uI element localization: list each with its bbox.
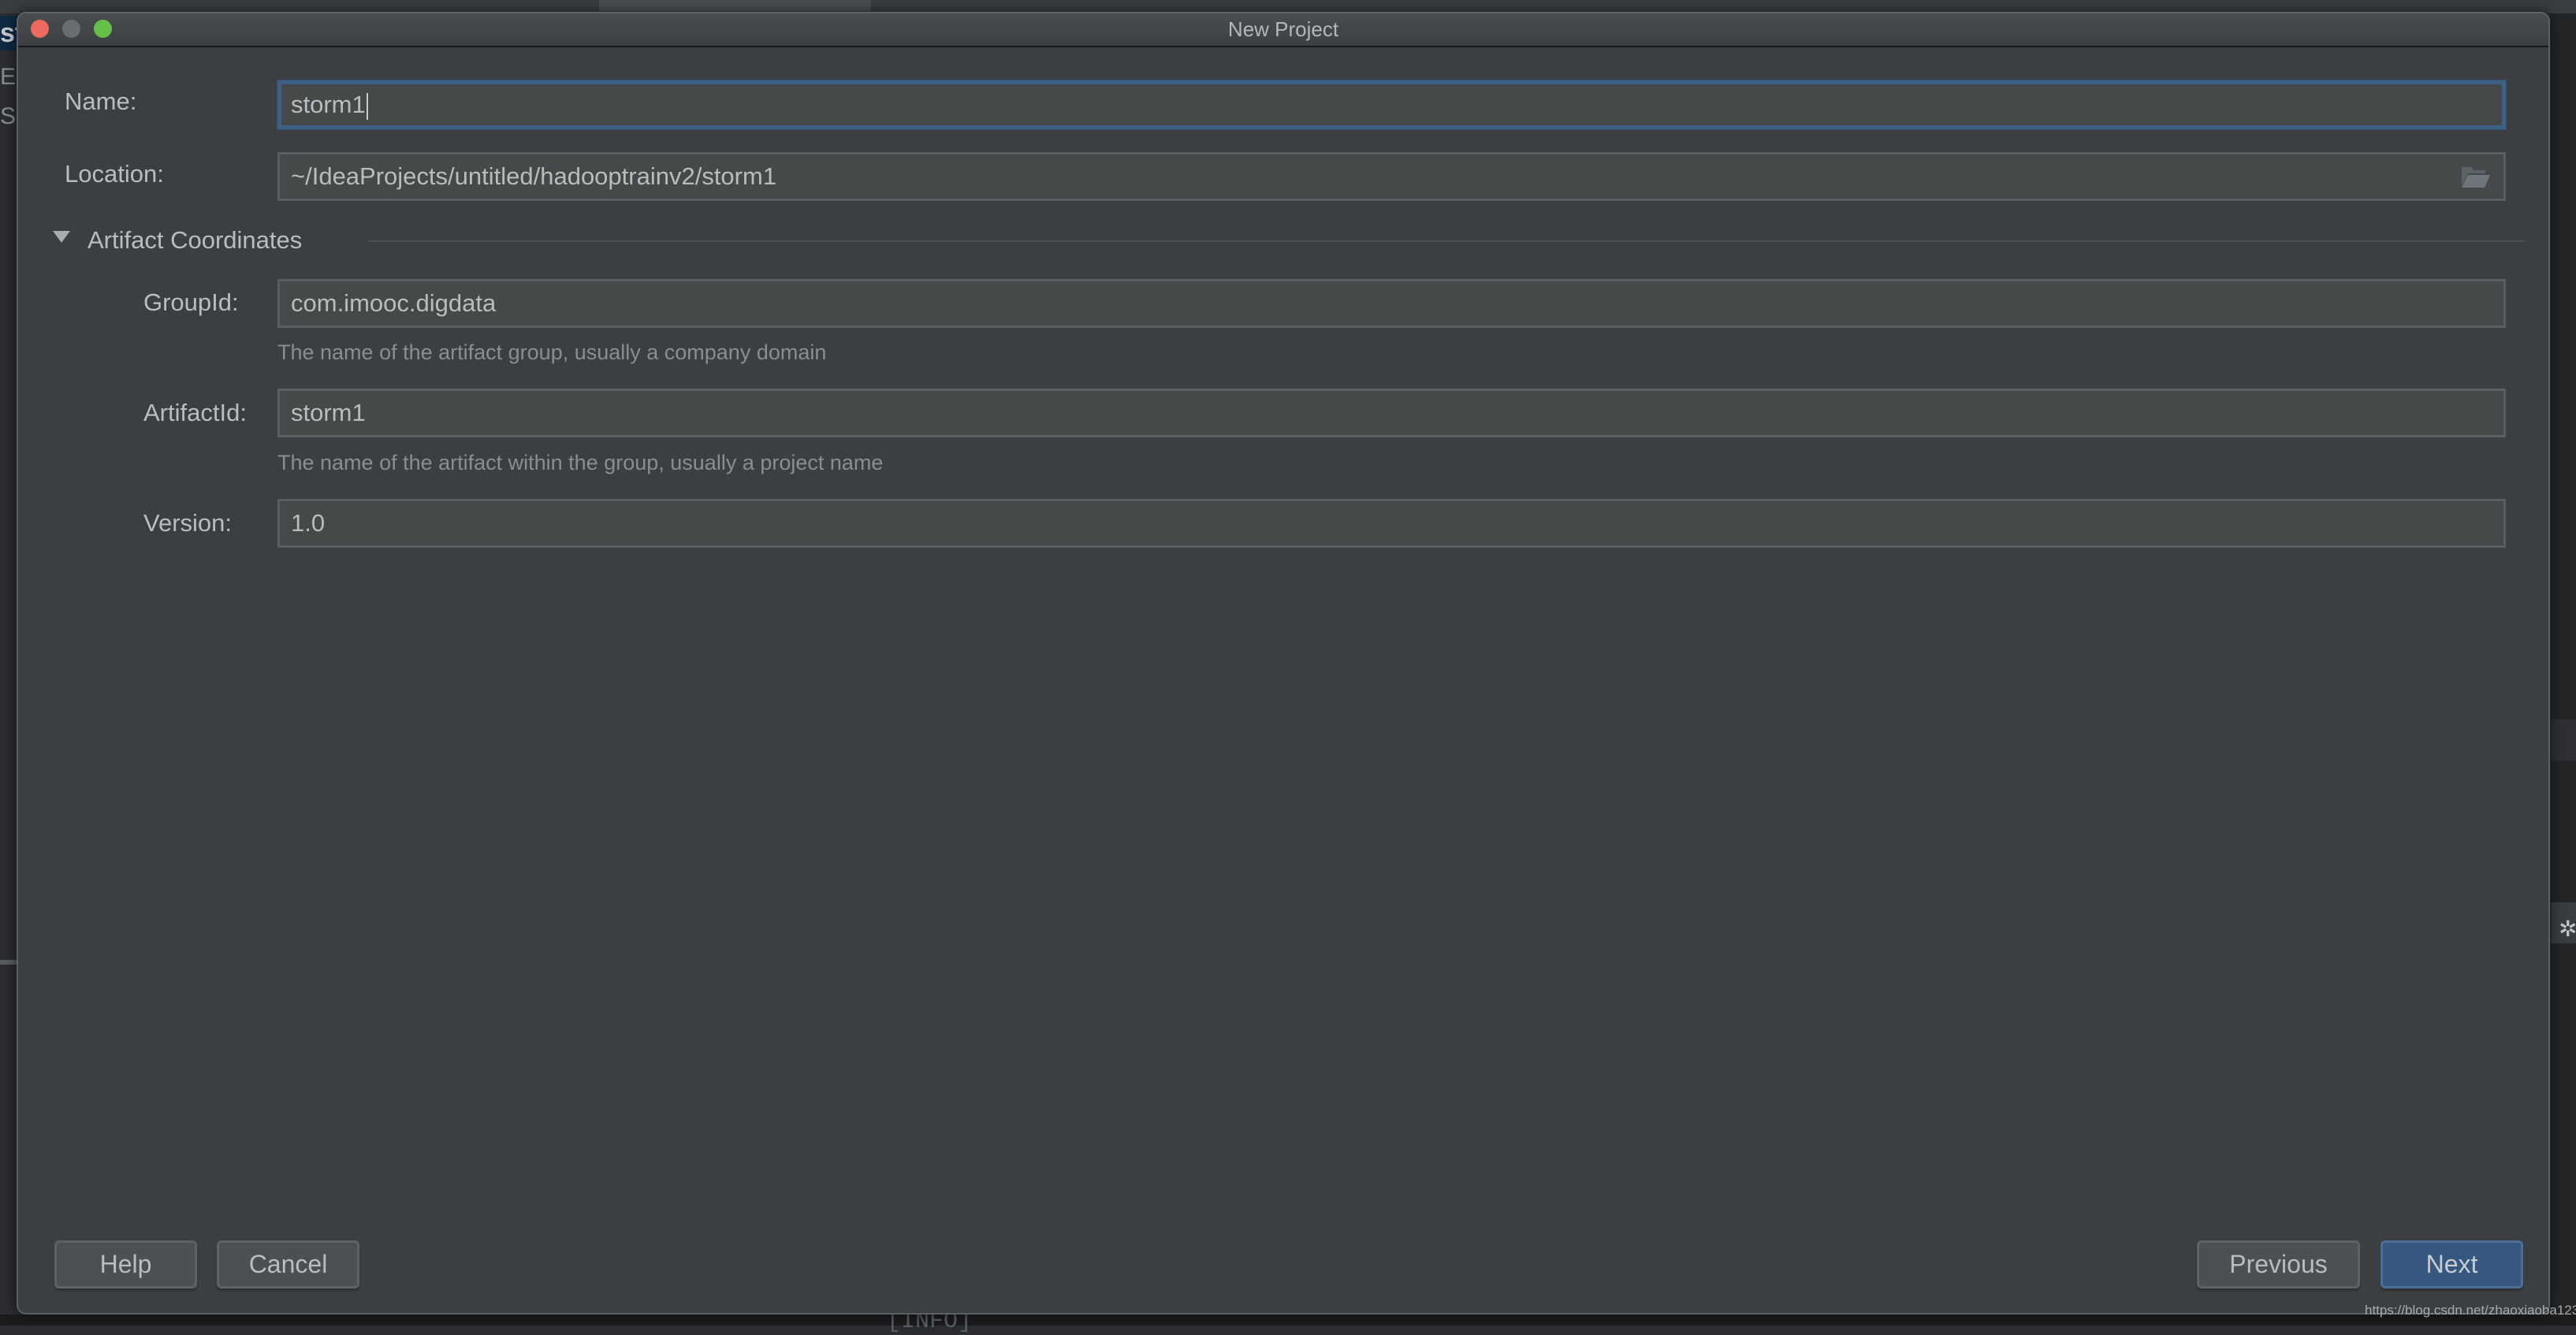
version-input[interactable]: 1.0 xyxy=(277,499,2506,548)
location-label: Location: xyxy=(65,160,164,188)
location-input-value: ~/IdeaProjects/untitled/hadooptrainv2/st… xyxy=(291,162,777,190)
groupid-hint: The name of the artifact group, usually … xyxy=(277,340,827,364)
next-button[interactable]: Next xyxy=(2381,1240,2523,1289)
background-ide-tab xyxy=(599,0,871,11)
new-project-dialog: New Project Name: storm1 Location: ~/Ide… xyxy=(17,12,2550,1315)
artifactid-label: ArtifactId: xyxy=(143,399,247,426)
previous-button[interactable]: Previous xyxy=(2197,1240,2360,1289)
background-right-band xyxy=(2551,720,2576,760)
watermark-text: https://blog.csdn.net/zhaoxiaoba123 xyxy=(2365,1303,2576,1318)
location-input[interactable]: ~/IdeaProjects/untitled/hadooptrainv2/st… xyxy=(277,152,2506,201)
background-left-divider xyxy=(0,960,17,965)
background-left-item: Ex xyxy=(0,64,17,90)
version-label: Version: xyxy=(143,509,233,537)
section-divider xyxy=(368,240,2525,242)
groupid-input[interactable]: com.imooc.digdata xyxy=(277,279,2506,328)
background-ide-right-panel xyxy=(2551,13,2576,1326)
folder-icon[interactable] xyxy=(2461,165,2491,189)
dialog-titlebar[interactable]: New Project xyxy=(18,13,2548,47)
artifact-coordinates-section[interactable]: Artifact Coordinates xyxy=(50,223,2525,258)
version-input-value: 1.0 xyxy=(291,509,326,537)
artifactid-input-value: storm1 xyxy=(291,399,366,426)
background-ide-left-panel xyxy=(0,13,17,1326)
name-label: Name: xyxy=(65,87,137,115)
background-left-selected-item: st xyxy=(0,16,17,50)
background-left-item: Sc xyxy=(0,103,17,129)
cancel-button[interactable]: Cancel xyxy=(217,1240,359,1289)
artifact-coordinates-label: Artifact Coordinates xyxy=(87,226,303,254)
text-caret xyxy=(366,92,368,120)
groupid-label: GroupId: xyxy=(143,288,239,316)
artifactid-input[interactable]: storm1 xyxy=(277,389,2506,437)
name-input[interactable]: storm1 xyxy=(277,80,2506,129)
dialog-title: New Project xyxy=(1227,17,1339,41)
name-input-value: storm1 xyxy=(291,91,366,118)
help-button[interactable]: Help xyxy=(54,1240,197,1289)
expand-triangle-icon[interactable] xyxy=(53,231,70,243)
groupid-input-value: com.imooc.digdata xyxy=(291,289,497,317)
background-ide-console xyxy=(0,1315,2576,1326)
gear-icon: ✲ xyxy=(2559,917,2576,941)
artifactid-hint: The name of the artifact within the grou… xyxy=(277,451,884,474)
